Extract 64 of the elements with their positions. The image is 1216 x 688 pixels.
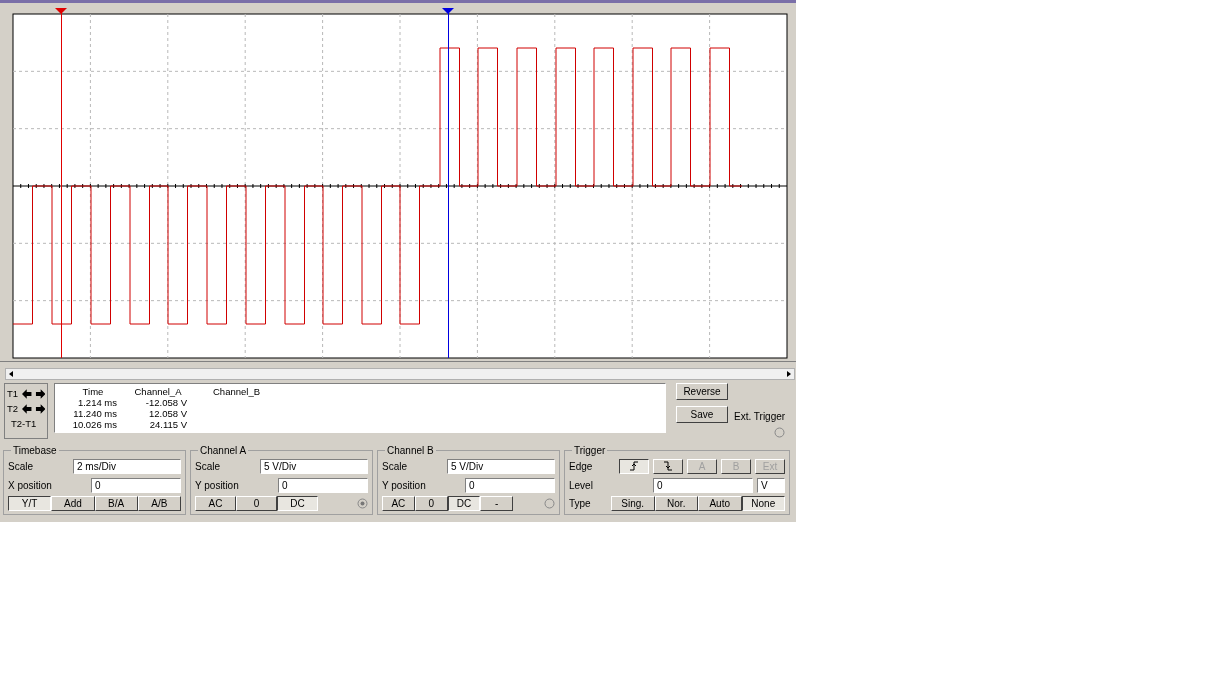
group-title: Trigger (573, 445, 607, 456)
type-button[interactable]: None (741, 496, 785, 511)
voltage-cell-text: 24.115 V (148, 419, 188, 430)
column-header: Channel_B (212, 386, 261, 397)
voltage-cell-text: 12.058 V (147, 408, 188, 419)
field-label: Type (569, 498, 592, 509)
scale-field[interactable]: 5 V/Div (260, 458, 368, 474)
mode-button[interactable]: Y/T (8, 496, 52, 511)
time-cell-text: 11.240 ms (72, 408, 118, 419)
field-label: X position (8, 479, 52, 491)
cursor-line[interactable] (55, 7, 67, 359)
type-button[interactable]: Nor. (654, 496, 698, 511)
cursor-label: T2-T1 (11, 418, 37, 429)
ext-trigger-label: Ext. Trigger (734, 411, 786, 422)
group-title: Timebase (12, 445, 58, 456)
arrow-left-icon[interactable] (22, 388, 33, 399)
scroll-left-icon[interactable] (8, 370, 16, 378)
edge-button[interactable] (619, 458, 649, 474)
coupling-button[interactable]: - (480, 496, 514, 511)
cursor-label: T2 (7, 403, 20, 414)
group-title: Channel B (386, 445, 435, 456)
scroll-right-icon[interactable] (784, 370, 792, 378)
level-field[interactable]: 0 (653, 477, 753, 493)
arrow-left-icon[interactable] (22, 403, 33, 414)
cursor-line[interactable] (442, 7, 454, 359)
mode-button[interactable]: A/B (137, 496, 181, 511)
cursor-label: T1 (7, 388, 20, 399)
action-button[interactable]: Save (676, 406, 728, 423)
column-header: Time (81, 386, 105, 397)
type-button[interactable]: Sing. (611, 496, 655, 511)
position-field[interactable]: 0 (278, 477, 368, 493)
mode-button[interactable]: Add (51, 496, 95, 511)
rising-edge-icon (629, 461, 639, 471)
column-header: Channel_A (133, 386, 183, 397)
position-field[interactable]: 0 (465, 477, 555, 493)
coupling-button[interactable]: 0 (236, 496, 277, 511)
position-field[interactable]: 0 (91, 477, 181, 493)
group-title: Channel A (199, 445, 248, 456)
field-label: Scale (195, 460, 220, 472)
field-label: Scale (8, 460, 33, 472)
field-label: Y position (195, 479, 239, 491)
field-label: Scale (382, 460, 407, 472)
field-label: Edge (569, 460, 593, 472)
action-button[interactable]: Reverse (676, 383, 728, 400)
arrow-right-icon[interactable] (34, 388, 45, 399)
coupling-button[interactable]: 0 (414, 496, 448, 511)
field-label: Level (569, 479, 593, 491)
mode-button[interactable]: B/A (94, 496, 138, 511)
time-cell-text: 10.026 ms (71, 419, 118, 430)
unit-field[interactable]: V (757, 477, 785, 493)
terminal-icon[interactable] (357, 498, 368, 509)
arrow-right-icon[interactable] (34, 403, 45, 414)
voltage-cell-text: -12.058 V (144, 397, 188, 408)
coupling-button[interactable]: DC (277, 496, 318, 511)
scale-field[interactable]: 5 V/Div (447, 458, 555, 474)
falling-edge-icon (663, 461, 673, 471)
type-button[interactable]: Auto (698, 496, 742, 511)
scale-field[interactable]: 2 ms/Div (73, 458, 181, 474)
horizontal-scrollbar[interactable] (5, 368, 795, 380)
coupling-button[interactable]: AC (195, 496, 236, 511)
coupling-button[interactable]: AC (382, 496, 415, 511)
field-label: Y position (382, 479, 426, 491)
coupling-button[interactable]: DC (447, 496, 481, 511)
time-cell-text: 1.214 ms (76, 397, 118, 408)
